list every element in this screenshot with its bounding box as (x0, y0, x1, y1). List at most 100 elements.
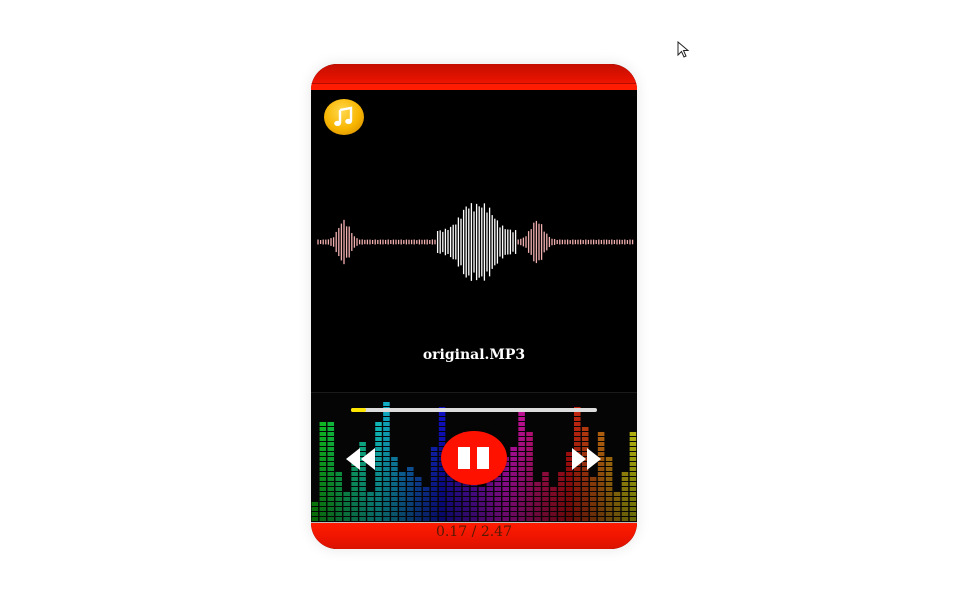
equalizer-cell (319, 482, 327, 486)
equalizer-cell (573, 487, 581, 491)
equalizer-cell (589, 512, 597, 516)
equalizer-cell (558, 517, 565, 521)
equalizer-cell (621, 507, 629, 511)
equalizer-cell (319, 422, 327, 426)
equalizer-cell (414, 487, 422, 491)
equalizer-cell (597, 487, 605, 491)
equalizer-cell (510, 497, 517, 501)
equalizer-cell (319, 512, 327, 516)
equalizer-cell (438, 512, 446, 516)
equalizer-cell (351, 502, 358, 506)
mouse-pointer-icon (677, 41, 690, 58)
equalizer-cell (462, 507, 470, 511)
control-panel (311, 392, 637, 523)
equalizer-cell (327, 477, 335, 481)
equalizer-cell (383, 507, 390, 511)
equalizer-cell (613, 517, 621, 521)
equalizer-cell (383, 497, 390, 501)
equalizer-cell (407, 487, 414, 491)
equalizer-cell (629, 452, 637, 456)
progress-bar[interactable] (351, 408, 597, 412)
equalizer-cell (327, 467, 335, 471)
equalizer-cell (438, 492, 446, 496)
equalizer-cell (558, 482, 565, 486)
rewind-button[interactable] (344, 446, 378, 472)
equalizer-cell (502, 512, 509, 516)
music-note-icon[interactable] (324, 99, 364, 135)
equalizer-cell (327, 457, 335, 461)
fast-forward-button[interactable] (570, 446, 604, 472)
equalizer-cell (581, 507, 589, 511)
equalizer-cell (462, 487, 470, 491)
equalizer-cell (319, 487, 327, 491)
equalizer-cell (526, 432, 533, 436)
equalizer-cell (375, 472, 382, 476)
equalizer-cell (319, 447, 327, 451)
equalizer-cell (430, 457, 438, 461)
equalizer-cell (407, 492, 414, 496)
equalizer-cell (375, 507, 382, 511)
equalizer-cell (383, 462, 390, 466)
equalizer-cell (438, 517, 446, 521)
equalizer-cell (319, 502, 327, 506)
equalizer-cell (502, 517, 509, 521)
equalizer-cell (383, 477, 390, 481)
track-title: original.MP3 (422, 347, 526, 363)
equalizer-cell (375, 437, 382, 441)
equalizer-cell (526, 437, 533, 441)
equalizer-cell (351, 517, 358, 521)
equalizer-cell (399, 482, 406, 486)
equalizer-cell (422, 512, 430, 516)
equalizer-cell (566, 497, 573, 501)
equalizer-cell (470, 497, 478, 501)
equalizer-cell (510, 467, 517, 471)
equalizer-cell (589, 487, 597, 491)
equalizer-cell (391, 472, 398, 476)
equalizer-cell (518, 462, 525, 466)
pause-button[interactable] (441, 431, 507, 485)
equalizer-cell (581, 497, 589, 501)
equalizer-cell (438, 417, 446, 421)
equalizer-cell (327, 482, 335, 486)
equalizer-cell (430, 452, 438, 456)
equalizer-cell (510, 492, 517, 496)
equalizer-cell (494, 497, 502, 501)
equalizer-cell (399, 517, 406, 521)
equalizer-cell (597, 517, 605, 521)
equalizer-cell (351, 472, 358, 476)
equalizer-cell (573, 437, 581, 441)
equalizer-cell (589, 517, 597, 521)
equalizer-cell (367, 497, 374, 501)
equalizer-cell (343, 492, 350, 496)
equalizer-cell (454, 487, 462, 491)
equalizer-cell (399, 487, 406, 491)
equalizer-cell (589, 477, 597, 481)
equalizer-cell (550, 487, 557, 491)
equalizer-cell (629, 497, 637, 501)
equalizer-cell (597, 512, 605, 516)
equalizer-cell (454, 517, 462, 521)
audio-player: original.MP3 0.17 / 2.47 (311, 64, 637, 549)
equalizer-cell (542, 517, 549, 521)
equalizer-cell (359, 502, 366, 506)
equalizer-cell (629, 487, 637, 491)
equalizer-cell (430, 462, 438, 466)
equalizer-cell (494, 512, 502, 516)
equalizer-cell (526, 467, 533, 471)
equalizer-cell (335, 512, 343, 516)
equalizer-cell (534, 512, 541, 516)
equalizer-cell (597, 472, 605, 476)
equalizer-cell (407, 497, 414, 501)
equalizer-cell (605, 472, 613, 476)
equalizer-cell (566, 482, 573, 486)
equalizer-cell (478, 507, 486, 511)
equalizer-cell (359, 482, 366, 486)
equalizer-cell (359, 472, 366, 476)
equalizer-cell (327, 422, 335, 426)
equalizer-cell (518, 512, 525, 516)
equalizer-cell (319, 477, 327, 481)
equalizer-cell (550, 517, 557, 521)
equalizer-cell (526, 457, 533, 461)
equalizer-cell (605, 467, 613, 471)
equalizer-cell (327, 447, 335, 451)
